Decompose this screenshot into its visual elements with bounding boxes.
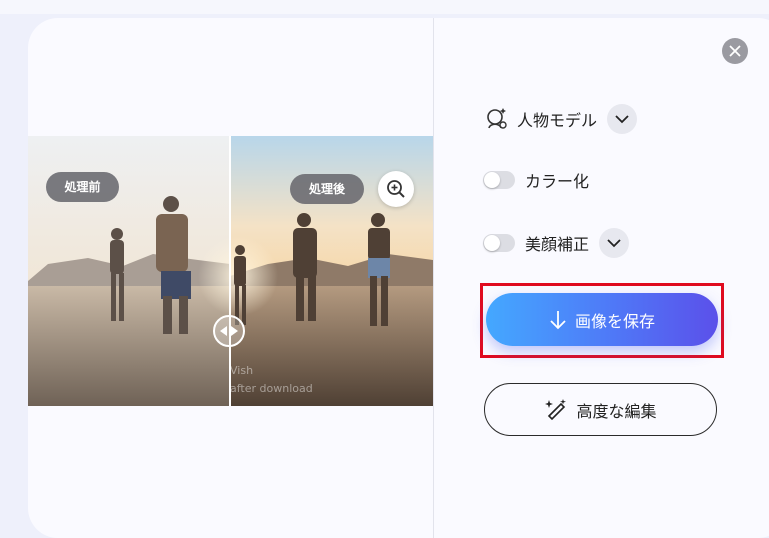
beauty-dropdown-toggle[interactable]: [599, 228, 630, 258]
person-model-icon: [487, 108, 507, 129]
watermark-line-2: after download: [230, 382, 313, 395]
arrows-left-right-icon: [220, 326, 238, 336]
before-label: 処理前: [46, 172, 119, 202]
beauty-toggle[interactable]: [483, 234, 515, 252]
beauty-label: 美顔補正: [525, 235, 590, 254]
close-button[interactable]: [722, 38, 748, 64]
magic-wand-icon: [545, 398, 567, 420]
photo-enhance-dialog: 処理前 処理後 Vish after download 人物モデル カラー化 美…: [28, 18, 769, 538]
zoom-button[interactable]: [378, 171, 414, 207]
model-selector[interactable]: 人物モデル: [483, 104, 638, 134]
advanced-edit-button[interactable]: 高度な編集: [484, 383, 717, 436]
zoom-in-icon: [387, 180, 405, 198]
compare-slider-handle[interactable]: [213, 315, 245, 347]
model-dropdown-toggle[interactable]: [607, 104, 638, 134]
before-after-preview[interactable]: 処理前 処理後 Vish after download: [28, 136, 433, 406]
colorize-label: カラー化: [525, 172, 590, 191]
download-arrow-icon: [550, 310, 566, 329]
colorize-option: カラー化: [483, 168, 589, 192]
save-button-label: 画像を保存: [574, 311, 655, 331]
chevron-down-icon: [615, 114, 629, 123]
close-icon: [729, 45, 741, 57]
toggle-knob: [484, 235, 500, 251]
model-label: 人物モデル: [517, 111, 598, 130]
after-label: 処理後: [290, 174, 364, 204]
beauty-option: 美顔補正: [483, 228, 630, 258]
background-strip: [0, 0, 769, 14]
save-image-button[interactable]: 画像を保存: [486, 293, 718, 346]
colorize-toggle[interactable]: [483, 171, 515, 189]
toggle-knob: [484, 172, 500, 188]
watermark-line-1: Vish: [230, 364, 254, 377]
panel-divider: [433, 18, 434, 538]
advanced-edit-label: 高度な編集: [576, 401, 657, 421]
chevron-down-icon: [607, 238, 621, 247]
